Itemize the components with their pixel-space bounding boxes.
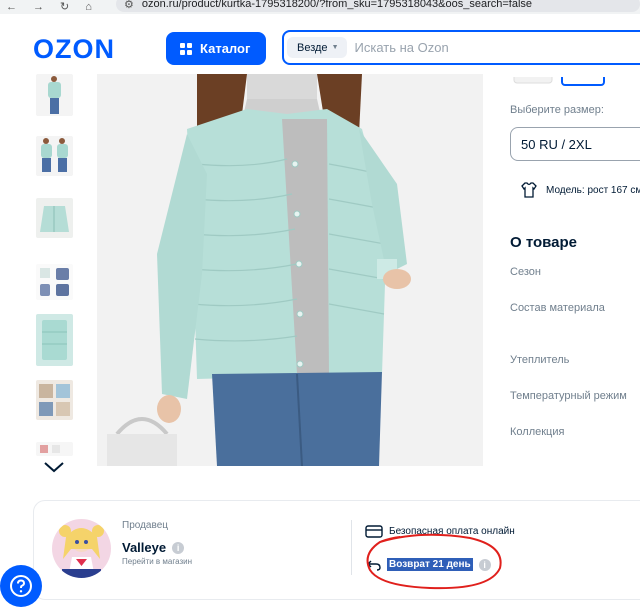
thumbnail-6[interactable] (36, 380, 73, 420)
search-input[interactable]: Искать на Ozon (355, 40, 449, 55)
back-icon[interactable]: ← (6, 2, 17, 13)
about-title: О товаре (510, 234, 578, 251)
prop-season: Сезон (510, 266, 541, 278)
search-scope-label: Везде (297, 41, 328, 54)
annotation-circle (366, 533, 502, 590)
prop-collection: Коллекция (510, 426, 565, 438)
model-info-text: Модель: рост 167 см (546, 184, 640, 196)
catalog-label: Каталог (200, 41, 251, 56)
grid-icon (180, 42, 192, 55)
info-icon[interactable]: i (172, 541, 185, 554)
ozon-logo[interactable]: OZON (33, 34, 115, 65)
prop-insulation: Утеплитель (510, 354, 570, 366)
help-button[interactable] (0, 565, 42, 607)
divider (351, 520, 352, 575)
chevron-down-icon: ▼ (331, 44, 339, 51)
reload-icon[interactable]: ↻ (60, 2, 69, 13)
help-icon (10, 575, 32, 597)
seller-avatar[interactable] (52, 519, 111, 578)
forward-icon[interactable]: → (33, 2, 44, 13)
thumbnail-7[interactable] (36, 442, 73, 456)
color-swatches[interactable] (510, 70, 640, 86)
site-settings-icon[interactable]: ⚙ (124, 0, 134, 11)
thumbnail-4[interactable] (36, 264, 73, 300)
prop-material: Состав материала (510, 302, 605, 314)
model-info: Модель: рост 167 см (520, 182, 640, 198)
size-select[interactable]: 50 RU / 2XL (510, 127, 640, 161)
thumbnail-1[interactable] (36, 74, 73, 116)
shirt-icon (521, 182, 537, 198)
prop-temperature: Температурный режим (510, 390, 627, 402)
address-bar[interactable]: ⚙ ozon.ru/product/kurtka-1795318200/?fro… (116, 0, 640, 12)
search-scope-select[interactable]: Везде ▼ (287, 37, 347, 58)
catalog-button[interactable]: Каталог (166, 32, 266, 65)
site-header: OZON Каталог Везде ▼ Искать на Ozon (0, 14, 640, 74)
thumbnail-5[interactable] (36, 314, 73, 366)
address-text: ozon.ru/product/kurtka-1795318200/?from_… (141, 0, 533, 10)
seller-title: Продавец (122, 520, 168, 531)
browser-nav: ← → ↻ ⌂ (0, 2, 92, 13)
thumbnail-3[interactable] (36, 198, 73, 238)
product-photo[interactable] (97, 74, 483, 466)
seller-name[interactable]: Valleye i (122, 540, 185, 555)
search-bar[interactable]: Везде ▼ Искать на Ozon (282, 30, 640, 65)
size-label: Выберите размер: (510, 104, 604, 116)
home-icon[interactable]: ⌂ (85, 2, 92, 13)
seller-store-link[interactable]: Перейти в магазин (122, 557, 192, 566)
browser-toolbar: ← → ↻ ⌂ ⚙ ozon.ru/product/kurtka-1795318… (0, 0, 640, 14)
chevron-down-icon[interactable] (42, 460, 66, 474)
thumbnail-2[interactable] (36, 136, 73, 176)
seller-name-text: Valleye (122, 540, 167, 555)
